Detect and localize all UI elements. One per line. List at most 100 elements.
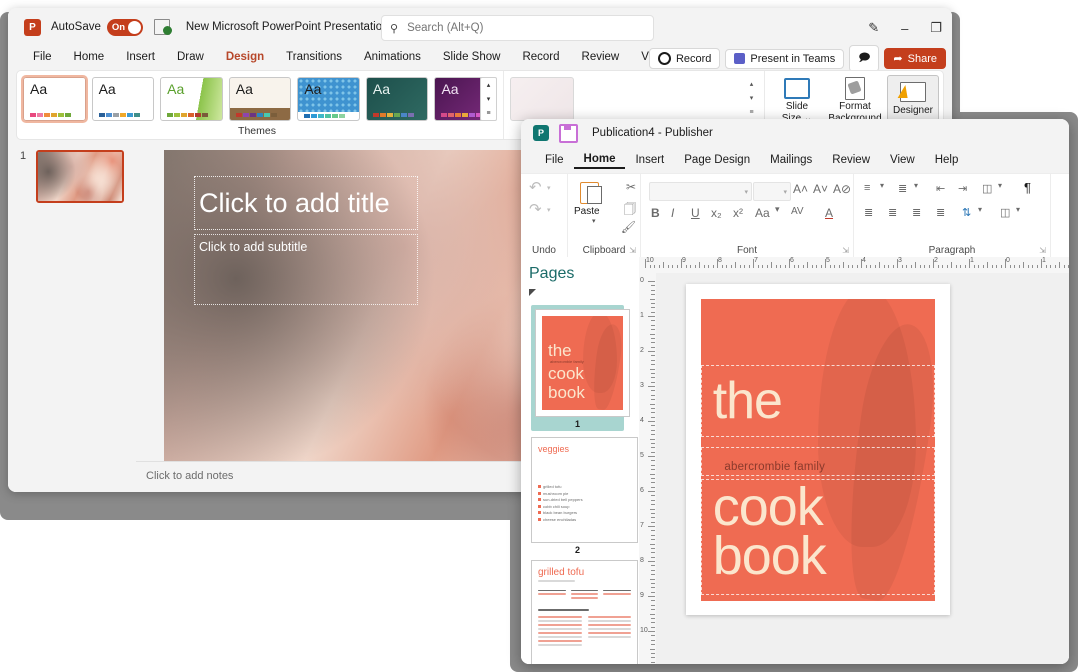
autosave-toggle[interactable]: On — [107, 19, 143, 36]
page-thumbnail-2[interactable]: veggies grilled tofu mushroom pie sun-dr… — [531, 437, 624, 557]
pub-tab-home[interactable]: Home — [574, 151, 626, 169]
variants-more-icon[interactable]: ≡ — [749, 109, 753, 116]
text-direction-icon[interactable]: ◫ — [1000, 206, 1010, 219]
pub-tab-page-design[interactable]: Page Design — [674, 152, 760, 168]
chevron-down-icon[interactable]: ▾ — [880, 181, 884, 190]
theme-ion-boardroom[interactable]: Aa — [366, 77, 429, 121]
record-button[interactable]: Record — [649, 48, 720, 69]
paste-chevron-down-icon[interactable]: ▾ — [592, 217, 596, 225]
cover-byline[interactable]: abercrombie family — [724, 461, 825, 473]
increase-indent-icon[interactable]: ⇥ — [958, 182, 967, 195]
pen-icon[interactable]: ✎ — [868, 20, 879, 36]
font-size-combobox[interactable]: ▾ — [753, 182, 791, 201]
scroll-up-icon[interactable]: ▴ — [750, 81, 754, 88]
theme-wood-type[interactable]: Aa — [229, 77, 292, 121]
search-box[interactable]: ⚲ — [381, 15, 654, 41]
undo-chevron-down-icon[interactable]: ▾ — [547, 184, 551, 192]
publication-page[interactable]: the abercrombie family cook book — [686, 284, 950, 615]
designer-button[interactable]: Designer — [887, 75, 939, 121]
themes-more-icon[interactable]: ≡ — [486, 110, 490, 117]
format-painter-icon[interactable]: 🖌 — [621, 220, 636, 234]
tab-file[interactable]: File — [22, 49, 63, 65]
show-marks-icon[interactable]: ¶ — [1024, 180, 1031, 195]
subtitle-placeholder[interactable]: Click to add subtitle — [194, 234, 418, 305]
chevron-down-icon[interactable]: ▾ — [775, 204, 780, 215]
line-spacing-icon[interactable]: ⇅ — [962, 206, 971, 219]
paste-label[interactable]: Paste — [574, 206, 600, 217]
pub-tab-view[interactable]: View — [880, 152, 925, 168]
underline-icon[interactable]: U — [691, 206, 700, 220]
paste-icon[interactable] — [580, 180, 602, 204]
justify-icon[interactable]: ≣ — [936, 206, 945, 219]
align-right-icon[interactable]: ≣ — [912, 206, 921, 219]
chevron-down-icon[interactable]: ▾ — [1016, 205, 1020, 214]
superscript-icon[interactable]: x² — [733, 206, 743, 220]
pub-tab-insert[interactable]: Insert — [625, 152, 674, 168]
pub-tab-review[interactable]: Review — [822, 152, 880, 168]
cut-icon[interactable]: ✂ — [626, 180, 636, 194]
font-color-icon[interactable]: A — [825, 206, 833, 220]
pub-tab-mailings[interactable]: Mailings — [760, 152, 822, 168]
themes-scrollbar[interactable]: ▴ ▾ ≡ — [480, 77, 497, 121]
numbering-icon[interactable]: ≣ — [898, 182, 907, 195]
theme-celestial[interactable]: Aa — [160, 77, 223, 121]
font-dialog-launcher[interactable]: ⇲ — [842, 246, 849, 255]
subscript-icon[interactable]: x₂ — [711, 206, 722, 220]
theme-droplet[interactable]: Aa — [297, 77, 360, 121]
tab-animations[interactable]: Animations — [353, 49, 432, 65]
pub-tab-help[interactable]: Help — [925, 152, 969, 168]
tab-slide-show[interactable]: Slide Show — [432, 49, 512, 65]
search-input[interactable] — [405, 21, 645, 35]
tab-insert[interactable]: Insert — [115, 49, 166, 65]
clipboard-dialog-launcher[interactable]: ⇲ — [629, 246, 636, 255]
slide-thumbnail-1[interactable] — [36, 150, 124, 203]
tab-draw[interactable]: Draw — [166, 49, 215, 65]
cover-title-the[interactable]: the — [713, 378, 782, 425]
redo-icon[interactable]: ↷ — [529, 200, 542, 218]
vertical-ruler[interactable]: 012345678910 — [639, 273, 657, 664]
format-background-button[interactable]: Format Background — [829, 75, 881, 124]
character-spacing-icon[interactable]: AV — [791, 206, 804, 217]
present-in-teams-button[interactable]: Present in Teams — [725, 49, 844, 69]
bullets-icon[interactable]: ≡ — [864, 182, 870, 194]
tab-design[interactable]: Design — [215, 49, 275, 65]
align-left-icon[interactable]: ≣ — [864, 206, 873, 219]
chevron-down-icon[interactable]: ▾ — [978, 205, 982, 214]
grow-font-icon[interactable]: A˄ — [793, 182, 808, 196]
notes-placeholder[interactable]: Click to add notes — [146, 470, 233, 482]
theme-berlin[interactable]: Aa — [92, 77, 155, 121]
horizontal-ruler[interactable]: 1098765432101 — [639, 257, 1069, 274]
comments-button[interactable]: 🗩 — [849, 45, 879, 72]
pub-tab-file[interactable]: File — [535, 152, 574, 168]
copy-icon[interactable]: 🗍 — [624, 200, 636, 221]
tab-review[interactable]: Review — [571, 49, 631, 65]
save-to-cloud-icon[interactable] — [154, 19, 172, 35]
tab-record[interactable]: Record — [511, 49, 570, 65]
tab-transitions[interactable]: Transitions — [275, 49, 353, 65]
borders-icon[interactable]: ◫ — [982, 182, 992, 195]
restore-button[interactable]: ❐ — [930, 20, 942, 36]
scroll-down-icon[interactable]: ▾ — [487, 96, 491, 103]
scroll-down-icon[interactable]: ▾ — [750, 95, 754, 102]
publication-canvas[interactable]: the abercrombie family cook book — [656, 273, 1069, 664]
page-thumbnail-1[interactable]: the abercrombie family cook book 1 — [531, 305, 624, 431]
decrease-indent-icon[interactable]: ⇤ — [936, 182, 945, 195]
share-button[interactable]: ➦ Share — [884, 48, 946, 69]
title-placeholder[interactable]: Click to add title — [194, 176, 418, 230]
collapse-pane-icon[interactable] — [529, 289, 536, 296]
clear-formatting-icon[interactable]: A⊘ — [833, 182, 851, 196]
chevron-down-icon[interactable]: ▾ — [914, 181, 918, 190]
page-thumbnail-3[interactable]: grilled tofu — [531, 560, 624, 664]
shrink-font-icon[interactable]: A˅ — [813, 182, 828, 196]
variants-scrollbar[interactable]: ▴ ▾ ≡ — [745, 77, 758, 119]
redo-chevron-down-icon[interactable]: ▾ — [547, 206, 551, 214]
slide-size-button[interactable]: Slide Size ⌄ — [771, 75, 823, 124]
save-icon[interactable] — [559, 124, 578, 143]
undo-icon[interactable]: ↶ — [529, 178, 542, 196]
chevron-down-icon[interactable]: ▾ — [783, 188, 787, 196]
align-center-icon[interactable]: ≣ — [888, 206, 897, 219]
change-case-icon[interactable]: Aa — [755, 206, 770, 220]
font-name-combobox[interactable]: ▾ — [649, 182, 752, 201]
theme-office[interactable]: Aa — [23, 77, 86, 121]
paragraph-dialog-launcher[interactable]: ⇲ — [1039, 246, 1046, 255]
